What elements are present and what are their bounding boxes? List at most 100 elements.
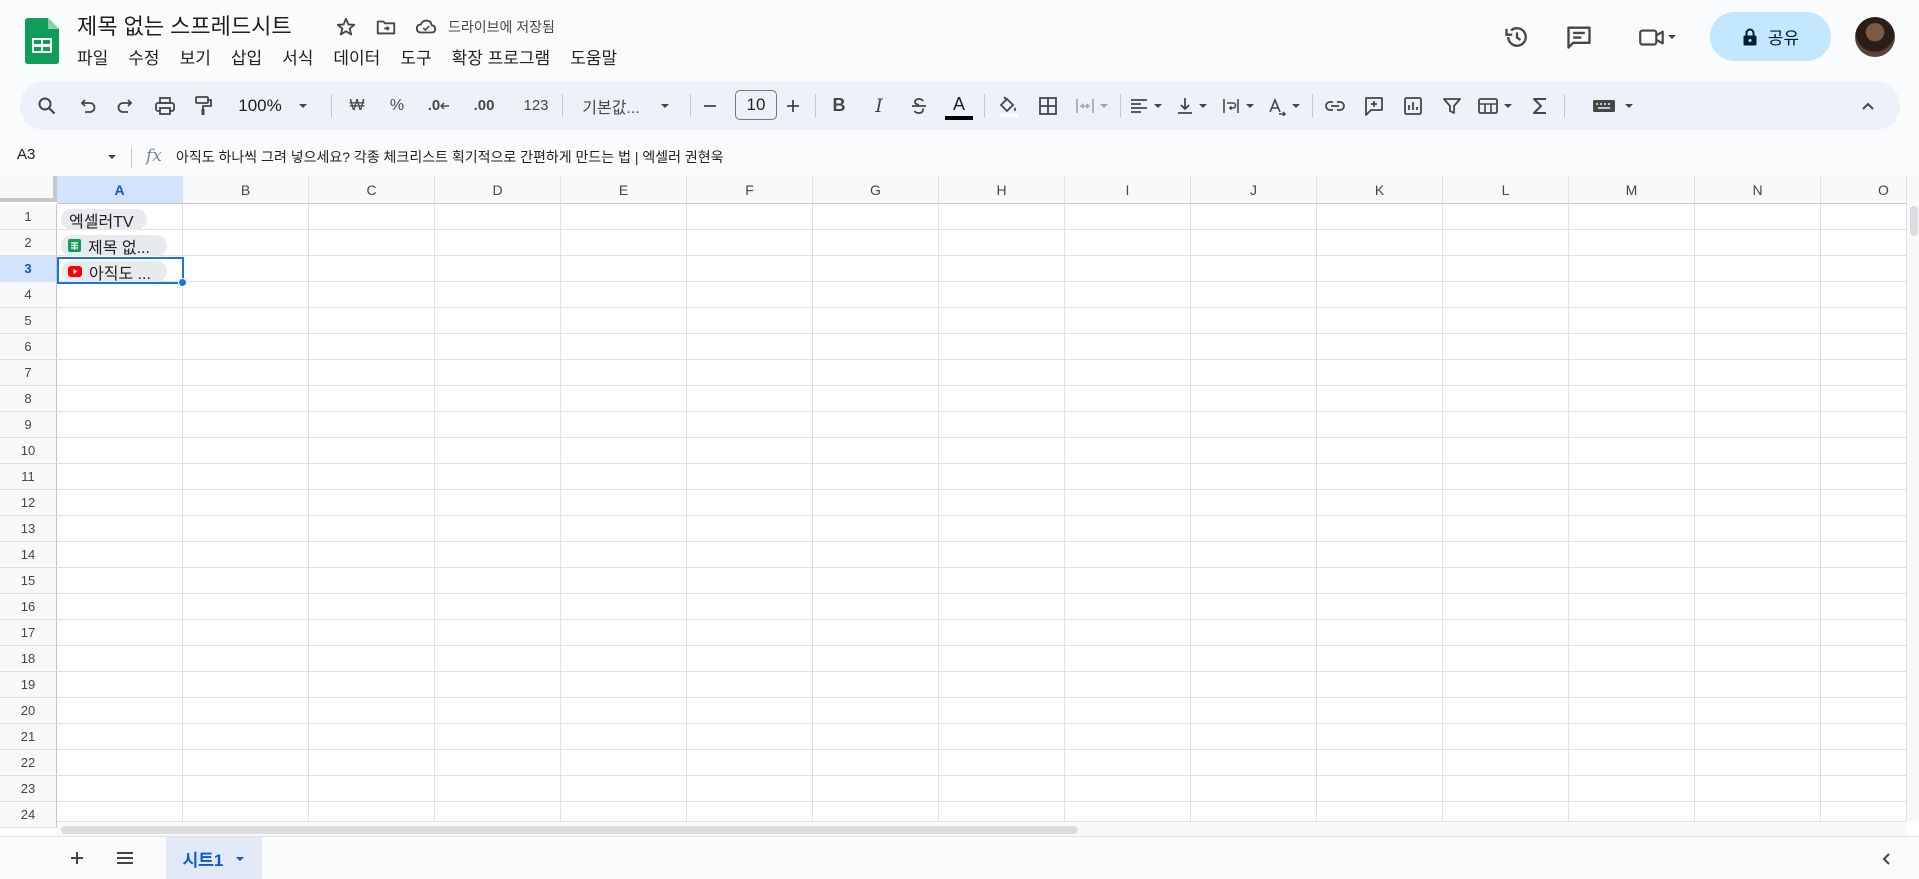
strikethrough-icon[interactable] [901,81,937,130]
menu-insert[interactable]: 삽입 [231,44,272,69]
merge-cells-button[interactable] [1070,81,1114,130]
menu-file[interactable]: 파일 [77,44,118,69]
menu-help[interactable]: 도움말 [570,44,627,69]
menu-view[interactable]: 보기 [180,44,221,69]
undo-icon[interactable] [72,81,102,130]
increase-decimal-button[interactable]: .00 [464,81,504,130]
sheet-grid[interactable]: ABCDEFGHIJKLMNO 1 2 3 4 5 6 7 8 9 10 11 12 13 14 15 16 1… [0,176,1919,836]
search-menus-icon[interactable] [32,81,62,130]
print-icon[interactable] [150,81,180,130]
row-header-1[interactable]: 1 [0,204,57,230]
vertical-scroll-thumb[interactable] [1910,206,1918,236]
column-header-O[interactable]: O [1821,176,1919,204]
input-tools-button[interactable] [1588,81,1638,130]
formula-input[interactable]: 아직도 하나씩 그려 넣으세요? 각종 체크리스트 획기적으로 간편하게 만드는… [176,147,724,167]
row-header-23[interactable]: 23 [0,776,57,802]
decrease-font-size-icon[interactable] [695,81,725,130]
percent-format-button[interactable]: % [382,81,412,130]
star-icon[interactable] [333,14,359,40]
insert-link-icon[interactable] [1317,81,1353,130]
row-header-20[interactable]: 20 [0,698,57,724]
column-header-C[interactable]: C [309,176,435,204]
increase-font-size-icon[interactable] [778,81,808,130]
fill-color-icon[interactable] [990,81,1026,130]
row-header-15[interactable]: 15 [0,568,57,594]
text-wrapping-button[interactable] [1216,81,1260,130]
vertical-scrollbar[interactable] [1906,176,1919,821]
chevron-down-icon[interactable] [107,152,117,162]
menu-data[interactable]: 데이터 [333,44,390,69]
row-header-22[interactable]: 22 [0,750,57,776]
bold-button[interactable]: B [821,81,857,130]
row-header-8[interactable]: 8 [0,386,57,412]
insert-chart-icon[interactable] [1395,81,1431,130]
column-header-I[interactable]: I [1065,176,1191,204]
sheet-tab-1[interactable]: 시트1 [166,837,262,879]
row-header-24[interactable]: 24 [0,802,57,828]
column-header-G[interactable]: G [813,176,939,204]
meet-call-icon[interactable] [1629,17,1685,57]
column-header-B[interactable]: B [183,176,309,204]
column-header-D[interactable]: D [435,176,561,204]
insert-comment-icon[interactable] [1356,81,1392,130]
paint-format-icon[interactable] [188,81,218,130]
column-header-K[interactable]: K [1317,176,1443,204]
column-header-H[interactable]: H [939,176,1065,204]
row-header-10[interactable]: 10 [0,438,57,464]
more-formats-button[interactable]: 123 [516,81,556,130]
borders-icon[interactable] [1030,81,1066,130]
column-header-L[interactable]: L [1443,176,1569,204]
row-header-5[interactable]: 5 [0,308,57,334]
filter-icon[interactable] [1434,81,1470,130]
row-header-2[interactable]: 2 [0,230,57,256]
share-button[interactable]: 공유 [1710,12,1831,61]
add-sheet-icon[interactable] [64,845,90,871]
redo-icon[interactable] [111,81,141,130]
row-header-3[interactable]: 3 [0,256,57,282]
zoom-select[interactable]: 100% [230,81,316,130]
text-rotation-button[interactable] [1262,81,1306,130]
column-header-J[interactable]: J [1191,176,1317,204]
column-header-N[interactable]: N [1695,176,1821,204]
comments-icon[interactable] [1559,17,1599,57]
row-header-17[interactable]: 17 [0,620,57,646]
menu-edit[interactable]: 수정 [128,44,169,69]
sheets-logo-icon[interactable] [25,18,59,64]
document-title[interactable]: 제목 없는 스프레드시트 [77,9,292,41]
row-header-16[interactable]: 16 [0,594,57,620]
row-header-11[interactable]: 11 [0,464,57,490]
cell-A2-file-chip[interactable]: 제목 없... [61,235,167,256]
collapse-menus-icon[interactable] [1850,81,1886,130]
decrease-decimal-button[interactable]: .0 [422,81,456,130]
row-header-21[interactable]: 21 [0,724,57,750]
row-header-19[interactable]: 19 [0,672,57,698]
row-header-4[interactable]: 4 [0,282,57,308]
column-header-A[interactable]: A [57,176,183,204]
functions-icon[interactable] [1522,81,1558,130]
filter-views-button[interactable] [1472,81,1518,130]
row-header-18[interactable]: 18 [0,646,57,672]
row-header-9[interactable]: 9 [0,412,57,438]
row-header-12[interactable]: 12 [0,490,57,516]
menu-tools[interactable]: 도구 [400,44,441,69]
row-header-7[interactable]: 7 [0,360,57,386]
vertical-align-button[interactable] [1170,81,1214,130]
row-header-6[interactable]: 6 [0,334,57,360]
side-panel-toggle-icon[interactable] [1876,849,1896,869]
name-box[interactable]: A3 [17,146,35,163]
cell-A1-chip[interactable]: 엑셀러TV [61,209,147,230]
column-header-M[interactable]: M [1569,176,1695,204]
all-sheets-icon[interactable] [112,845,138,871]
column-header-E[interactable]: E [561,176,687,204]
text-color-button[interactable]: A [940,81,978,130]
font-family-select[interactable]: 기본값... [570,81,682,130]
font-size-input[interactable]: 10 [735,90,777,120]
horizontal-align-button[interactable] [1124,81,1168,130]
row-header-13[interactable]: 13 [0,516,57,542]
select-all-corner[interactable] [0,176,57,202]
horizontal-scroll-thumb[interactable] [61,826,1078,834]
move-folder-icon[interactable] [373,14,399,40]
column-header-F[interactable]: F [687,176,813,204]
user-avatar[interactable] [1855,17,1895,57]
fill-handle[interactable] [178,278,187,287]
